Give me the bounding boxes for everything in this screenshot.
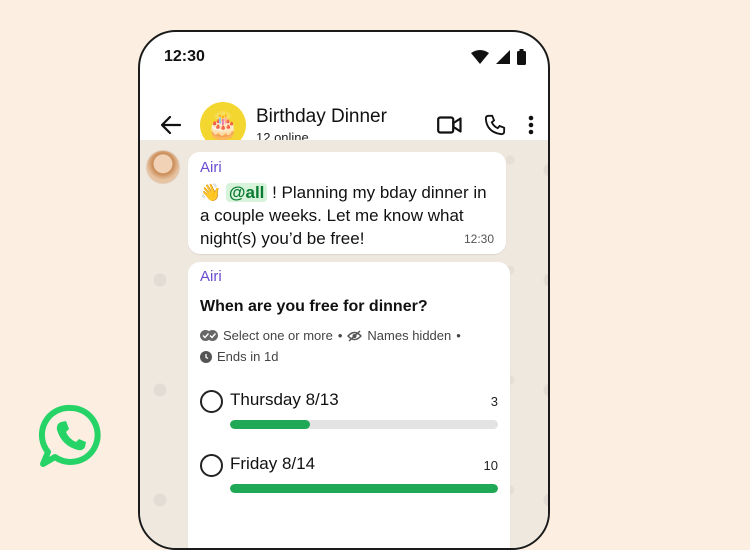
option-label: Friday 8/14 — [230, 454, 316, 473]
status-time: 12:30 — [164, 48, 205, 65]
poll-option[interactable]: Thursday 8/13 3 — [200, 388, 498, 440]
poll-ends: Ends in 1d — [217, 349, 279, 364]
option-progress-track — [230, 420, 498, 429]
poll-question: When are you free for dinner? — [200, 298, 428, 315]
option-progress-fill — [230, 420, 311, 429]
poll-meta: Select one or more • Names hidden • — [200, 328, 498, 343]
mention-tag[interactable]: @all — [225, 183, 268, 202]
clock-icon — [200, 350, 212, 363]
battery-icon — [517, 49, 526, 65]
wifi-icon — [471, 50, 489, 64]
poll-deadline: Ends in 1d — [200, 349, 498, 364]
option-radio[interactable] — [200, 390, 223, 413]
status-icons — [471, 49, 526, 65]
poll-bubble: Airi When are you free for dinner? Selec… — [188, 262, 510, 548]
option-vote-count: 3 — [490, 394, 498, 409]
option-progress-track — [230, 484, 498, 493]
more-vert-icon — [528, 115, 534, 135]
option-progress-fill — [230, 484, 498, 493]
voice-call-button[interactable] — [484, 114, 506, 136]
message-text: 👋 @all ! Planning my bday dinner in a co… — [200, 181, 490, 250]
back-arrow-icon — [161, 116, 181, 134]
message-time: 12:30 — [463, 232, 494, 246]
double-check-icon — [200, 330, 218, 341]
option-radio[interactable] — [200, 454, 223, 477]
group-info[interactable]: Birthday Dinner 12 online — [256, 105, 437, 145]
wave-emoji: 👋 — [200, 183, 222, 202]
more-options-button[interactable] — [528, 115, 534, 135]
meta-separator: • — [337, 328, 343, 343]
header-actions — [437, 114, 534, 136]
message-bubble[interactable]: Airi 👋 @all ! Planning my bday dinner in… — [188, 152, 506, 254]
group-name: Birthday Dinner — [256, 106, 387, 127]
poll-option[interactable]: Friday 8/14 10 — [200, 452, 498, 504]
phone-frame: 12:30 🎂 Birthday Dinner 12 online Airi 👋… — [138, 30, 550, 550]
poll-sender-name: Airi — [200, 268, 222, 285]
option-label: Thursday 8/13 — [230, 390, 339, 409]
cellular-signal-icon — [496, 50, 510, 64]
status-bar: 12:30 — [140, 32, 548, 82]
option-vote-count: 10 — [483, 458, 498, 473]
whatsapp-logo-icon — [38, 404, 101, 467]
meta-separator-2: • — [456, 328, 461, 343]
video-camera-icon — [437, 116, 462, 134]
sender-name: Airi — [200, 159, 222, 176]
poll-names-hidden: Names hidden — [367, 328, 452, 343]
back-button[interactable] — [158, 112, 184, 138]
phone-icon — [484, 114, 506, 136]
sender-avatar[interactable] — [146, 150, 180, 184]
poll-select-mode: Select one or more — [223, 328, 333, 343]
video-call-button[interactable] — [437, 116, 462, 134]
eye-off-icon — [347, 329, 363, 342]
chat-area: Airi 👋 @all ! Planning my bday dinner in… — [140, 140, 548, 548]
